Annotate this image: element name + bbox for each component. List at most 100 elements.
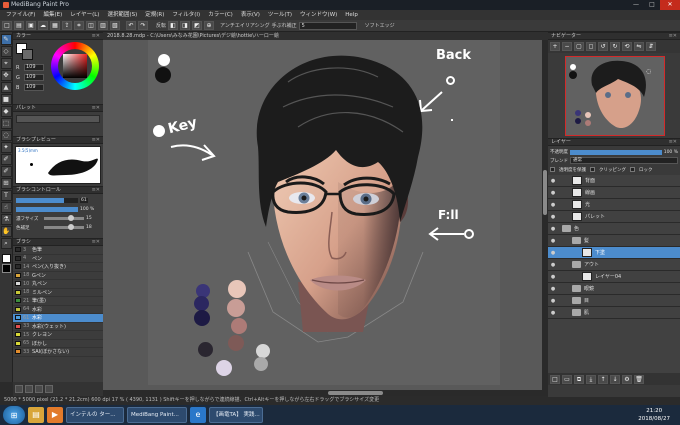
flip-h-icon[interactable]: ⇋ [634,42,644,51]
r-field[interactable]: 109 [24,64,44,71]
add-brush-icon[interactable] [15,385,23,393]
layer-row[interactable]: ● 肌 [548,307,680,319]
menu-layer[interactable]: レイヤー(L) [66,10,103,20]
color-square[interactable] [63,54,87,78]
delete-brush-icon[interactable] [45,385,53,393]
menu-tool[interactable]: ツール(T) [264,10,296,20]
menu-view[interactable]: 表示(V) [237,10,264,20]
visibility-eye-icon[interactable]: ● [548,310,558,316]
visibility-eye-icon[interactable]: ● [548,262,558,268]
correction-select[interactable]: 5 [298,21,357,30]
undo-button[interactable]: ↶ [126,21,136,30]
menu-edit[interactable]: 編集(E) [39,10,66,20]
lock-checkbox[interactable] [630,167,635,172]
media-player-icon[interactable]: ▶ [47,407,63,423]
menu-select[interactable]: 選択範囲(S) [103,10,141,20]
zoom-tool-icon[interactable]: ⌕ [0,238,12,249]
layer-row[interactable]: ● 背面 [548,175,680,187]
open-folder-icon[interactable]: ▤ [14,21,24,30]
palette-list[interactable] [16,115,100,123]
brush-item[interactable]: 3 色筆 [13,246,103,255]
layer-down-icon[interactable]: ↓ [610,375,620,384]
brush-item[interactable]: 4 ペン [13,255,103,263]
panel-menu-icon[interactable]: ≡✕ [669,139,677,145]
brush-item[interactable]: 18 Gペン [13,272,103,280]
layer-opacity-value[interactable]: 100 % [664,150,678,155]
zoom-out-icon[interactable]: − [562,42,572,51]
clipping-checkbox[interactable] [590,167,595,172]
menu-window[interactable]: ウィンドウ(W) [296,10,341,20]
save-icon[interactable]: ▣ [26,21,36,30]
new-file-icon[interactable]: □ [2,21,12,30]
actual-size-icon[interactable]: ◻ [586,42,596,51]
protect-checkbox[interactable] [550,167,555,172]
taskbar-app-explorer[interactable]: インテルの ター... [66,407,124,423]
flip-v-icon[interactable]: ⇵ [646,42,656,51]
blend-select[interactable]: 通常 [570,157,678,164]
panel-menu-icon[interactable]: ≡✕ [92,105,100,111]
bg-swatch[interactable] [22,49,33,60]
rotate-reset-icon[interactable]: ⟲ [622,42,632,51]
select-tool-icon[interactable]: ⬚ [0,118,12,129]
move-tool-icon[interactable]: ✥ [0,70,12,81]
start-button[interactable]: ⊞ [3,406,25,424]
brush-item[interactable]: 33 水彩(ウェット) [13,323,103,331]
visibility-eye-icon[interactable]: ● [548,226,558,232]
brush-item[interactable]: 21 筆(墨) [13,297,103,306]
menu-filter[interactable]: フィルタ(I) [168,10,204,20]
canvas-page[interactable]: Key Back F:ll [148,40,500,385]
crop-icon[interactable]: ⌗ [74,21,84,30]
layer-opacity-slider[interactable] [570,149,662,155]
mix-slider[interactable] [44,224,84,230]
lasso-tool-icon[interactable]: ◌ [0,130,12,141]
visibility-eye-icon[interactable]: ● [548,190,558,196]
bucket-tool-icon[interactable]: ◆ [0,106,12,117]
visibility-eye-icon[interactable]: ● [548,178,558,184]
gradient-tool-icon[interactable]: ■ [0,94,12,105]
brush-item[interactable]: 15 クレヨン [13,331,103,340]
panel-menu-icon[interactable]: ≡✕ [669,33,677,39]
magic-wand-icon[interactable]: ✦ [0,142,12,153]
visibility-eye-icon[interactable]: ● [548,298,558,304]
layer-row[interactable]: ● 色 [548,223,680,235]
close-button[interactable]: ✕ [660,0,680,10]
brush-settings-icon[interactable] [35,385,43,393]
menu-ruler[interactable]: 定規(R) [141,10,168,20]
fit-icon[interactable]: ▢ [574,42,584,51]
text-tool-icon[interactable]: T [0,190,12,201]
mix-value[interactable]: 18 [86,225,92,230]
panel-menu-icon[interactable]: ≡✕ [92,239,100,245]
layer-settings-icon[interactable]: ⚙ [622,375,632,384]
visibility-eye-icon[interactable]: ● [548,202,558,208]
brush-item[interactable]: 61 水彩 [13,314,103,323]
panel-menu-icon[interactable]: ≡✕ [92,187,100,193]
brush-item[interactable]: 14 ペン(入り抜き) [13,263,103,272]
antialias-checkbox[interactable]: アンチエイリアシング [220,22,270,29]
canvas-area[interactable]: Key Back F:ll [103,40,548,390]
b-field[interactable]: 109 [24,84,44,91]
new-layer-icon[interactable]: □ [550,375,560,384]
visibility-eye-icon[interactable]: ● [548,238,558,244]
layer-row[interactable]: ● 目 [548,295,680,307]
redo-button[interactable]: ↷ [138,21,148,30]
menu-help[interactable]: Help [341,10,362,20]
ruler-icon[interactable]: ▥ [98,21,108,30]
mix-slider-knob[interactable] [68,224,74,230]
merge-down-icon[interactable]: ⤓ [586,375,596,384]
vertical-scrollbar-thumb[interactable] [543,170,547,215]
size-slider[interactable] [16,198,78,203]
divide-tool-icon[interactable]: ⊞ [0,178,12,189]
hand-tool-icon[interactable]: ✋ [0,226,12,237]
layer-row[interactable]: ● レイヤー04 [548,271,680,283]
layer-row[interactable]: ● 下塗 [548,247,680,259]
navigator-viewport[interactable]: ◌ [565,56,665,136]
zoom-in-icon[interactable]: + [550,42,560,51]
horizontal-scrollbar-thumb[interactable] [328,391,383,395]
reset-icon[interactable]: ◩ [192,21,203,30]
size-value[interactable]: 61 [80,198,88,203]
rotate-left-icon[interactable]: ↺ [598,42,608,51]
layer-up-icon[interactable]: ↑ [598,375,608,384]
visibility-eye-icon[interactable]: ● [548,286,558,292]
opacity-slider[interactable] [16,207,78,212]
snap-icon[interactable]: ◫ [86,21,96,30]
